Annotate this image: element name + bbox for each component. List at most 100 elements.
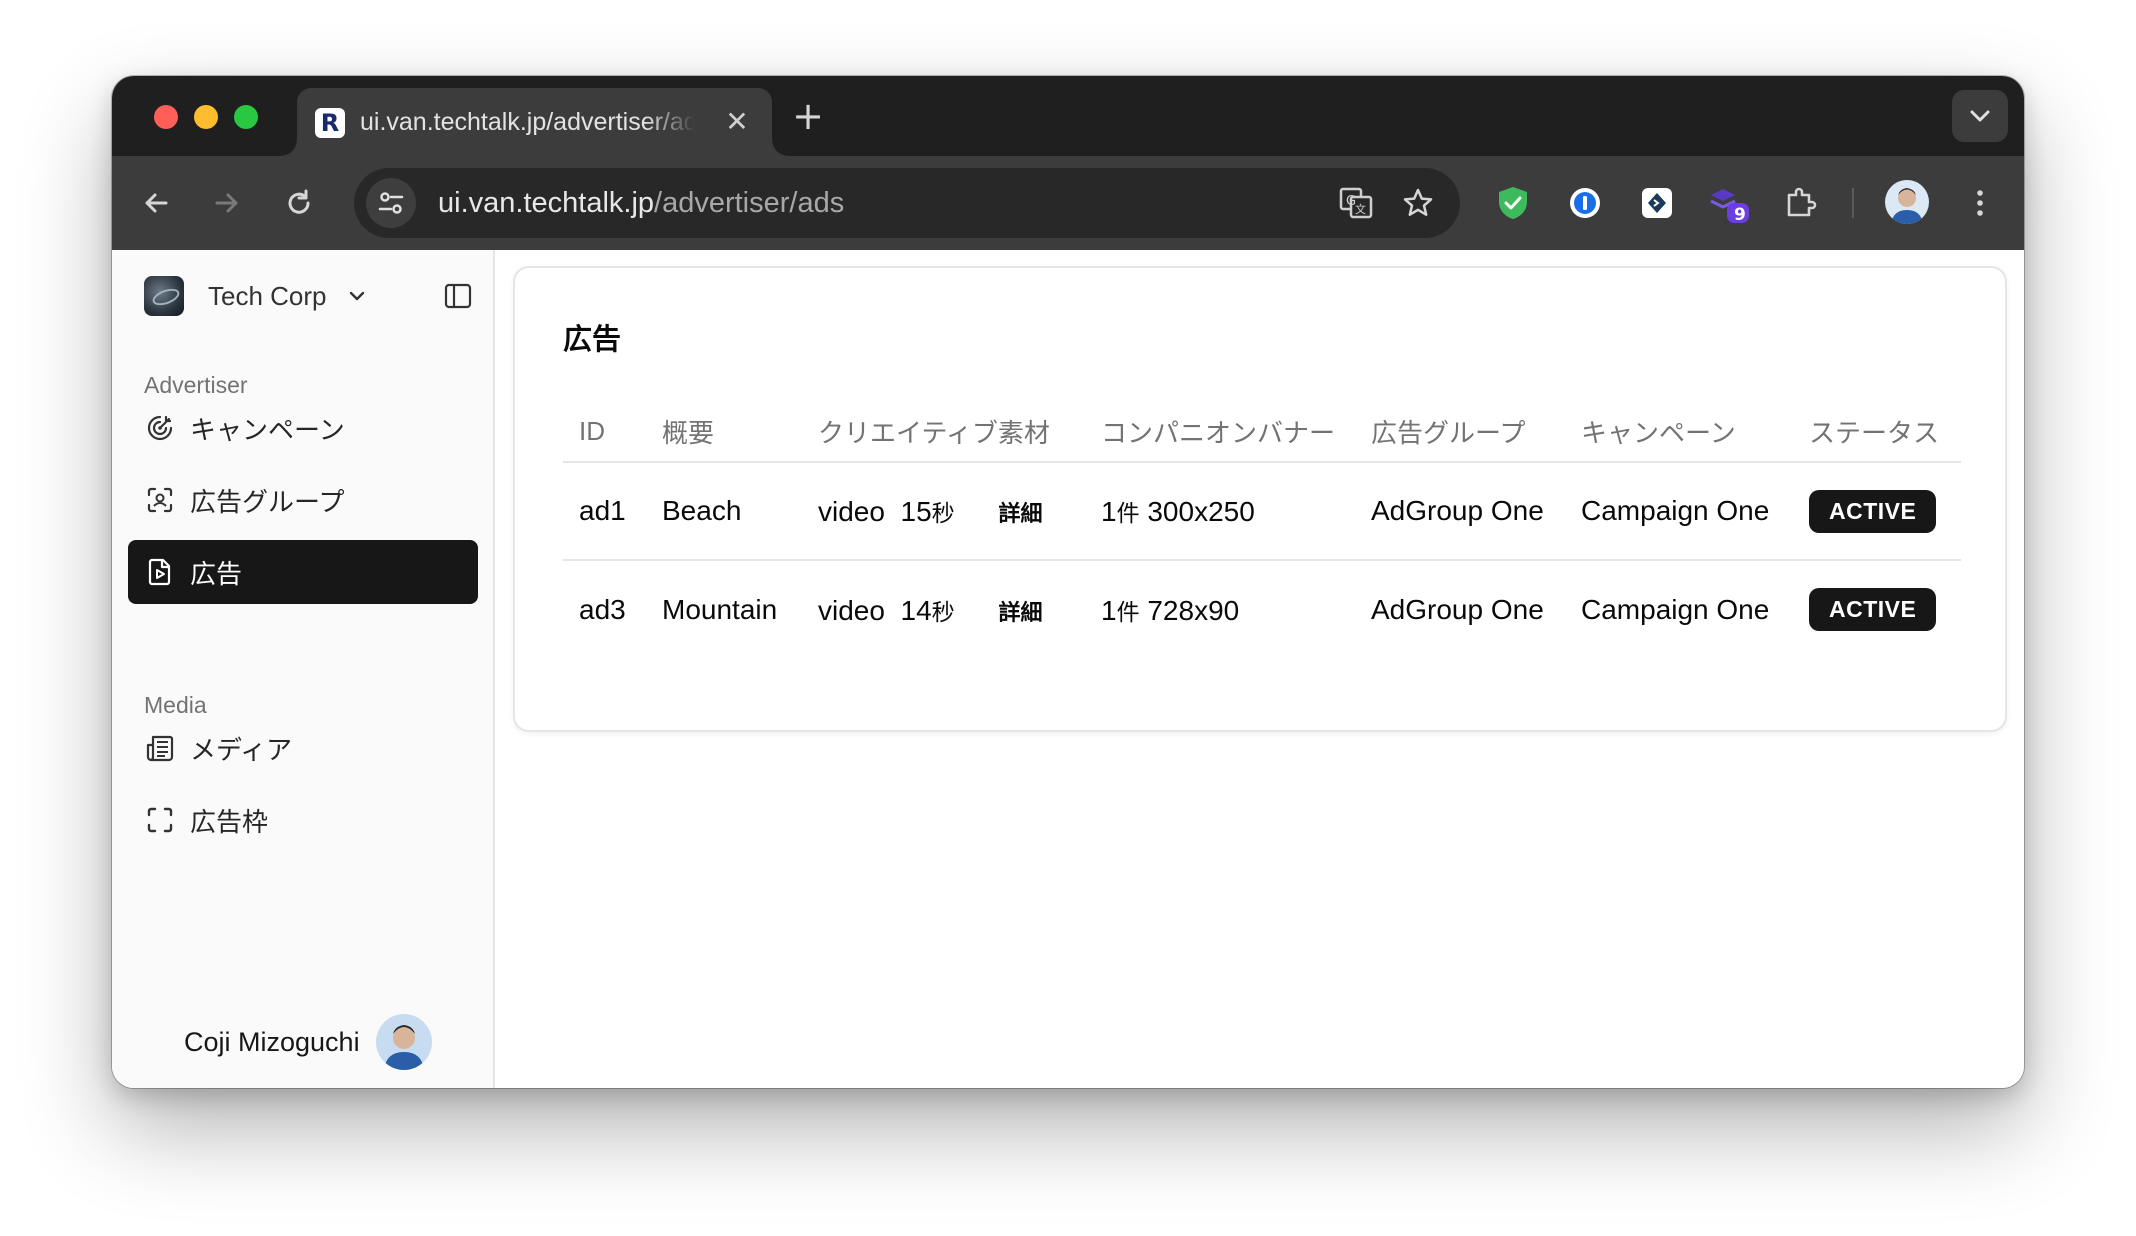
sidebar-item-label: メディア (190, 734, 293, 765)
code-extension-icon (1642, 188, 1672, 218)
sidebar-item-label: キャンペーン (190, 414, 345, 445)
extension-badge: 9 (1734, 205, 1746, 225)
tune-icon (378, 192, 404, 214)
column-header-summary[interactable]: 概要 (646, 402, 802, 463)
browser-toolbar: ui.van.techtalk.jp/advertiser/ads G 文 9 (112, 156, 2024, 250)
cell-companion: 1件 728x90 (1085, 560, 1355, 658)
companion-count: 1 (1101, 594, 1117, 626)
creative-duration-unit: 秒 (931, 598, 955, 625)
new-tab-button[interactable]: + (787, 96, 829, 138)
chevron-down-icon (1970, 110, 1990, 122)
creative-details-link[interactable]: 詳細 (998, 496, 1042, 528)
reload-icon (288, 189, 310, 214)
column-header-id[interactable]: ID (563, 402, 646, 463)
ads-table: ID 概要 クリエイティブ素材 コンパニオンバナー 広告グループ キャンペーン … (563, 402, 1961, 658)
companion-unit: 件 (1116, 500, 1140, 526)
site-info-button[interactable] (366, 178, 416, 228)
back-button[interactable] (132, 179, 180, 227)
creative-type: video (818, 594, 885, 626)
org-switcher[interactable]: Tech Corp (144, 274, 367, 318)
creative-type: video (818, 496, 885, 527)
sidebar-item-adgroup[interactable]: 広告グループ (128, 468, 478, 532)
chevron-down-icon (347, 286, 367, 306)
puzzle-icon (1787, 187, 1817, 217)
status-badge: ACTIVE (1809, 588, 1937, 631)
star-icon (1403, 188, 1433, 216)
browser-tab-active[interactable]: R ui.van.techtalk.jp/advertiser/ads ✕ (281, 88, 788, 156)
zoom-window-button[interactable] (234, 105, 258, 129)
companion-size: 300x250 (1147, 496, 1255, 527)
translate-icon: G 文 (1339, 187, 1373, 219)
close-window-button[interactable] (154, 105, 178, 129)
companion-size: 728x90 (1147, 594, 1240, 626)
shield-icon (1499, 187, 1527, 219)
group-label-advertiser: Advertiser (144, 372, 248, 398)
org-logo (144, 276, 184, 316)
column-header-creative[interactable]: クリエイティブ素材 (802, 402, 1085, 463)
sidebar-item-ads[interactable]: 広告 (128, 540, 478, 604)
org-name: Tech Corp (208, 280, 327, 311)
forward-button[interactable] (203, 179, 251, 227)
creative-duration: 15 (900, 496, 932, 527)
extensions-menu-button[interactable] (1779, 181, 1823, 225)
column-header-companion[interactable]: コンパニオンバナー (1085, 402, 1355, 463)
companion-count: 1 (1101, 496, 1117, 527)
extension-password-button[interactable] (1563, 181, 1607, 225)
sidebar-item-media[interactable]: メディア (128, 716, 478, 780)
avatar-icon (1891, 188, 1923, 224)
column-header-adgroup[interactable]: 広告グループ (1355, 402, 1565, 463)
group-label-media: Media (144, 692, 207, 718)
newspaper-icon (144, 732, 176, 764)
page-content: Tech Corp Advertiser キャンペーン 広告グループ 広告 Me… (112, 250, 2024, 1088)
avatar (375, 1014, 432, 1070)
sidebar: Tech Corp Advertiser キャンペーン 広告グループ 広告 Me… (112, 250, 495, 1088)
creative-details-link[interactable]: 詳細 (998, 595, 1042, 627)
cell-adgroup: AdGroup One (1355, 462, 1565, 561)
sidebar-item-placement[interactable]: 広告枠 (128, 788, 478, 852)
sidebar-item-campaign[interactable]: キャンペーン (128, 396, 478, 460)
cell-status: ACTIVE (1793, 560, 1961, 658)
sidebar-item-label: 広告グループ (190, 486, 345, 517)
cell-status: ACTIVE (1793, 462, 1961, 561)
tab-search-button[interactable] (1952, 90, 2008, 142)
extension-stack-button[interactable]: 9 (1707, 181, 1751, 225)
url-text[interactable]: ui.van.techtalk.jp/advertiser/ads (438, 185, 844, 221)
more-vertical-icon (1977, 190, 1983, 216)
sidebar-item-label: 広告枠 (190, 806, 269, 837)
panel-left-icon (444, 283, 472, 309)
sidebar-toggle-button[interactable] (438, 276, 478, 316)
tab-strip: R ui.van.techtalk.jp/advertiser/ads ✕ + (112, 76, 2024, 156)
profile-avatar[interactable] (1885, 180, 1929, 224)
arrow-left-icon (145, 193, 168, 213)
table-row[interactable]: ad3 Mountain video 14秒 詳細 1件 728x90 AdGr… (563, 560, 1961, 658)
address-bar[interactable]: ui.van.techtalk.jp/advertiser/ads G 文 (354, 168, 1460, 238)
browser-window: R ui.van.techtalk.jp/advertiser/ads ✕ + (112, 76, 2024, 1088)
bookmark-button[interactable] (1394, 179, 1442, 227)
tab-title: ui.van.techtalk.jp/advertiser/ads (360, 108, 695, 136)
file-play-icon (144, 556, 176, 588)
extension-shield-button[interactable] (1491, 181, 1535, 225)
ads-card: 広告 ID 概要 クリエイティブ素材 コンパニオンバナー 広告グループ キャンペ… (513, 266, 2007, 732)
table-header-row: ID 概要 クリエイティブ素材 コンパニオンバナー 広告グループ キャンペーン … (563, 402, 1961, 463)
cell-companion: 1件 300x250 (1085, 462, 1355, 561)
cell-creative: video 15秒 詳細 (802, 462, 1085, 561)
password-manager-icon (1570, 188, 1600, 218)
creative-duration: 14 (900, 594, 932, 626)
minimize-window-button[interactable] (194, 105, 218, 129)
browser-menu-button[interactable] (1956, 179, 2004, 227)
table-row[interactable]: ad1 Beach video 15秒 詳細 1件 300x250 AdGrou… (563, 462, 1961, 561)
column-header-campaign[interactable]: キャンペーン (1565, 402, 1793, 463)
cell-summary: Mountain (662, 593, 778, 625)
extension-dev-button[interactable] (1635, 181, 1679, 225)
user-menu[interactable]: Coji Mizoguchi (184, 1014, 432, 1070)
reload-button[interactable] (275, 179, 323, 227)
frame-icon (144, 804, 176, 836)
scan-icon (144, 484, 176, 516)
close-tab-icon[interactable]: ✕ (719, 104, 755, 140)
svg-text:文: 文 (1355, 202, 1366, 216)
translate-button[interactable]: G 文 (1332, 179, 1380, 227)
arrow-right-icon (215, 193, 238, 213)
column-header-status[interactable]: ステータス (1793, 402, 1961, 463)
page-title: 広告 (563, 324, 622, 356)
site-favicon-icon: R (315, 108, 345, 138)
